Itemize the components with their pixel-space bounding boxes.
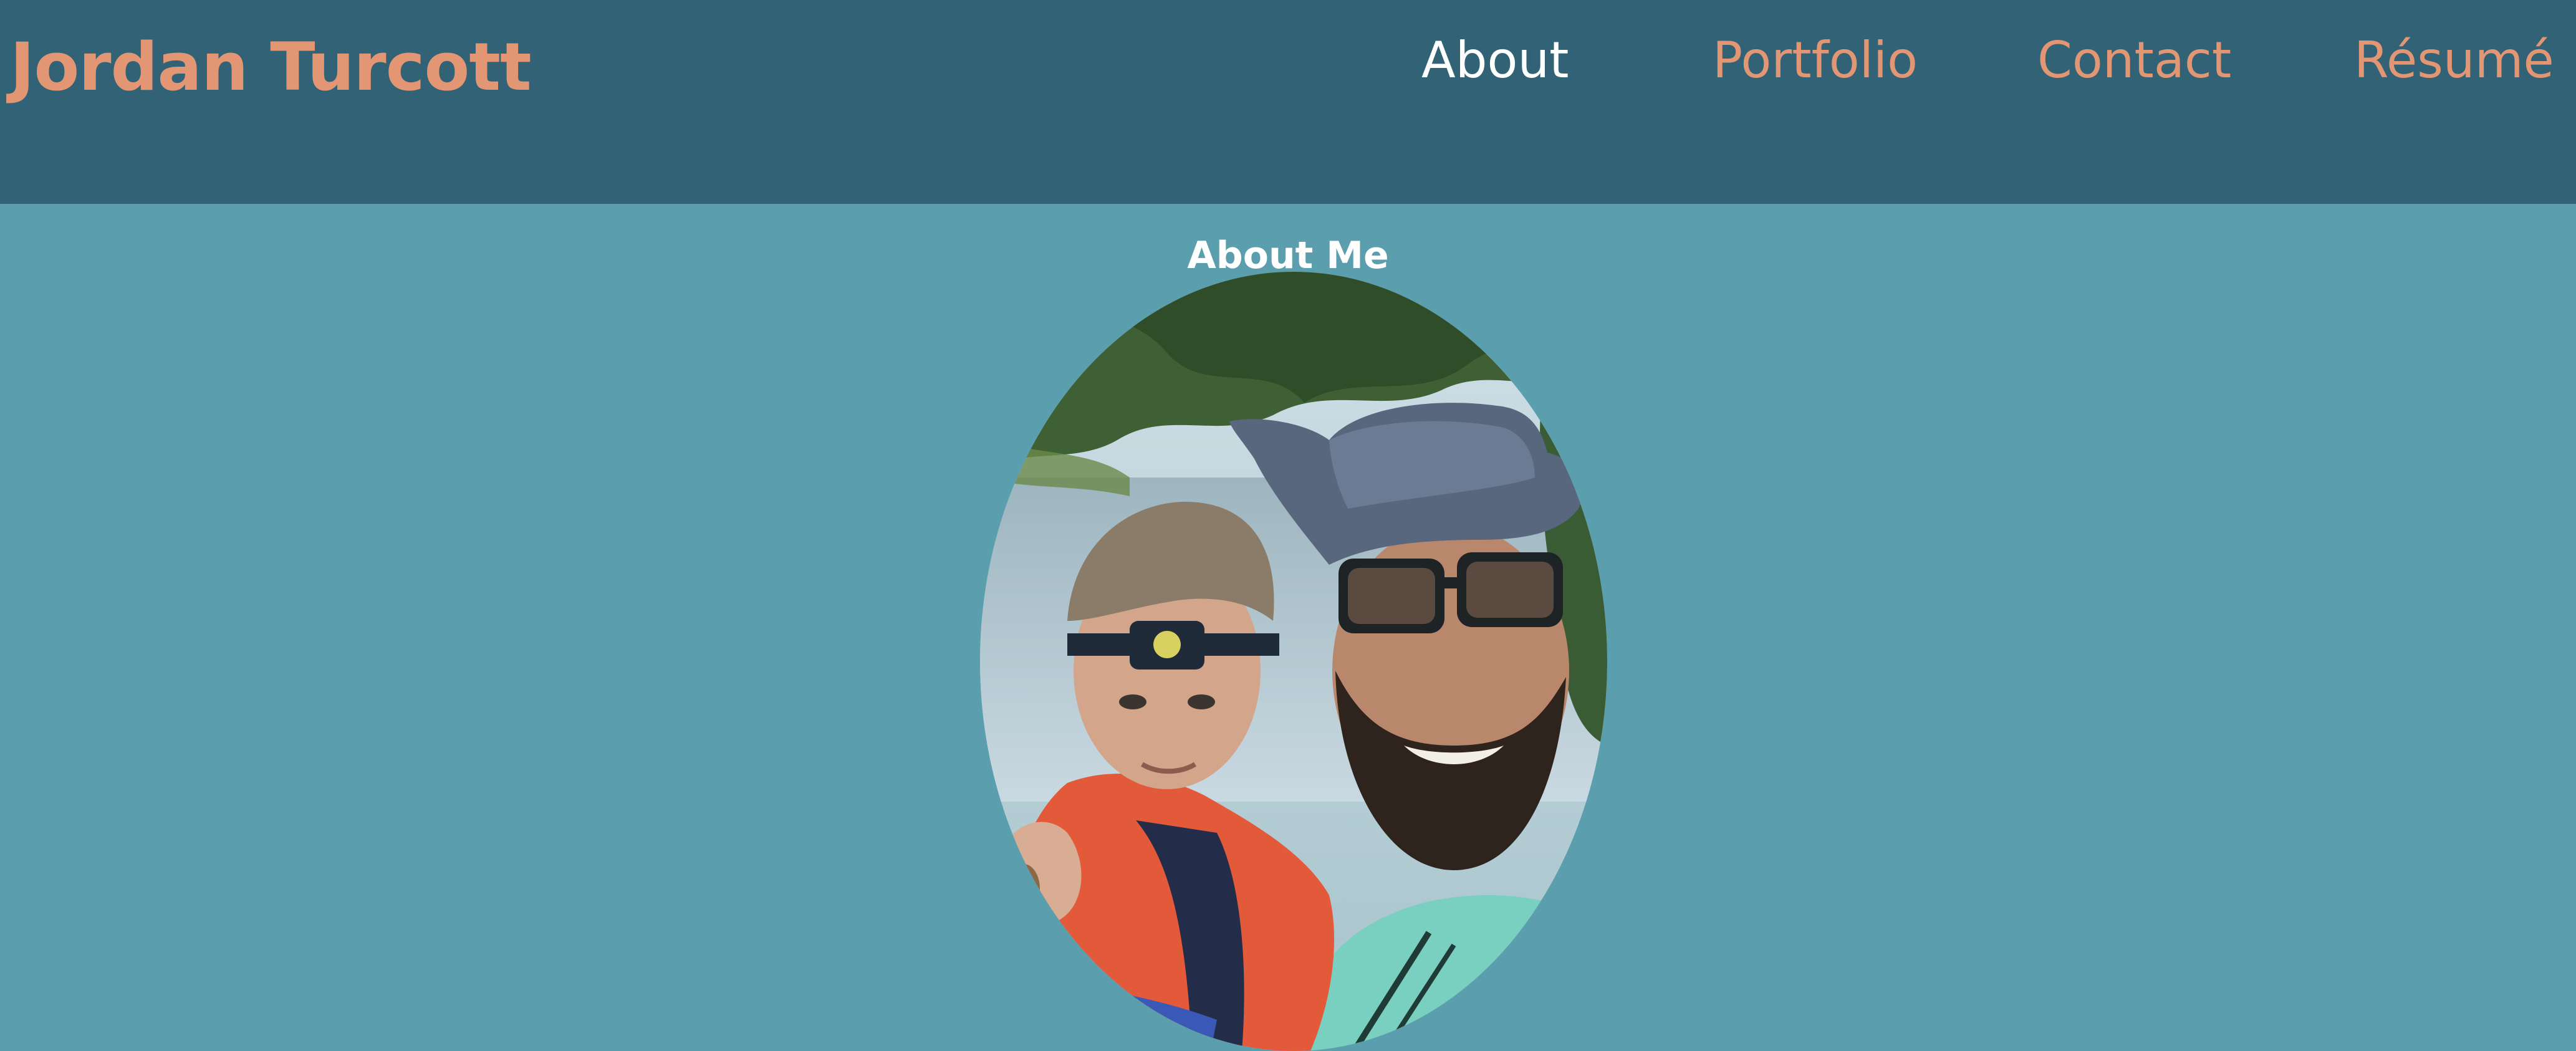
nav-link-about[interactable]: About	[1421, 26, 1569, 95]
site-header: Jordan Turcott About Portfolio Contact R…	[0, 0, 2576, 204]
brand-name-link[interactable]: Jordan Turcott	[10, 24, 532, 111]
nav-link-contact[interactable]: Contact	[2037, 26, 2231, 95]
profile-photo-illustration	[980, 272, 1607, 1051]
profile-photo	[980, 272, 1607, 1051]
nav-link-portfolio[interactable]: Portfolio	[1713, 26, 1918, 95]
nav-link-resume[interactable]: Résumé	[2354, 26, 2554, 95]
